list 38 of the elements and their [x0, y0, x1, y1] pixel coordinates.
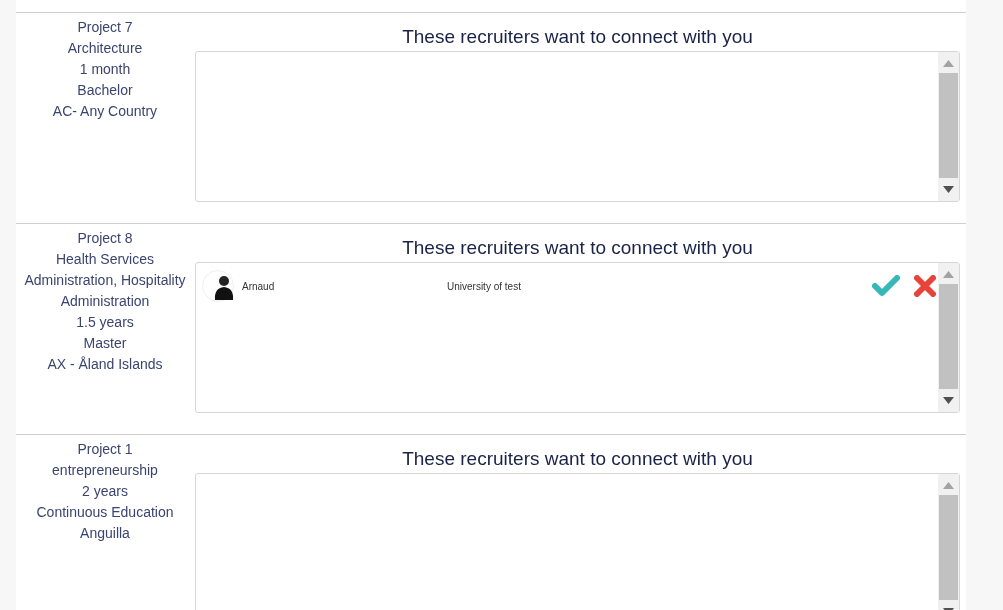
section-heading: These recruiters want to connect with you — [401, 447, 754, 471]
project-detail: 1 month — [79, 60, 131, 79]
project-detail: Anguilla — [80, 524, 130, 543]
scrollbar[interactable] — [938, 263, 959, 412]
project-detail: 1.5 years — [76, 313, 134, 332]
project-detail: Continuous Education — [36, 503, 174, 522]
project-detail: Project 1 — [77, 440, 133, 459]
cross-icon — [914, 275, 936, 297]
scroll-up-icon[interactable] — [943, 60, 954, 67]
recruiter-organization: University of test — [447, 279, 522, 294]
section-heading: These recruiters want to connect with you — [401, 25, 754, 49]
project-detail: Architecture — [67, 39, 143, 58]
project-detail: Health Services — [55, 250, 154, 269]
accept-button[interactable] — [872, 275, 900, 297]
scroll-down-icon[interactable] — [943, 397, 954, 404]
project-detail: Bachelor — [77, 81, 133, 100]
scrollbar[interactable] — [938, 52, 959, 201]
project-detail: Administration — [60, 292, 150, 311]
scrollbar[interactable] — [938, 474, 959, 610]
section-heading: These recruiters want to connect with you — [401, 236, 754, 260]
project-detail: Administration, Hospitality — [24, 271, 186, 290]
checkmark-icon — [872, 275, 900, 297]
project-detail: Project 8 — [77, 229, 133, 248]
scroll-up-icon[interactable] — [943, 271, 954, 278]
scrollbar-thumb[interactable] — [939, 73, 958, 178]
scrollbar-thumb[interactable] — [939, 495, 958, 600]
avatar-icon — [202, 270, 234, 302]
project-detail: AX - Åland Islands — [47, 355, 163, 374]
reject-button[interactable] — [914, 275, 936, 297]
project-detail: Project 7 — [77, 18, 133, 37]
project-detail: Master — [83, 334, 127, 353]
scrollbar-thumb[interactable] — [939, 284, 958, 389]
recruiter-name: Arnaud — [242, 279, 276, 294]
project-detail: AC- Any Country — [52, 102, 158, 121]
project-detail: 2 years — [82, 482, 128, 501]
scroll-down-icon[interactable] — [943, 186, 954, 193]
scroll-up-icon[interactable] — [943, 482, 954, 489]
project-detail: entrepreneurship — [52, 461, 158, 480]
